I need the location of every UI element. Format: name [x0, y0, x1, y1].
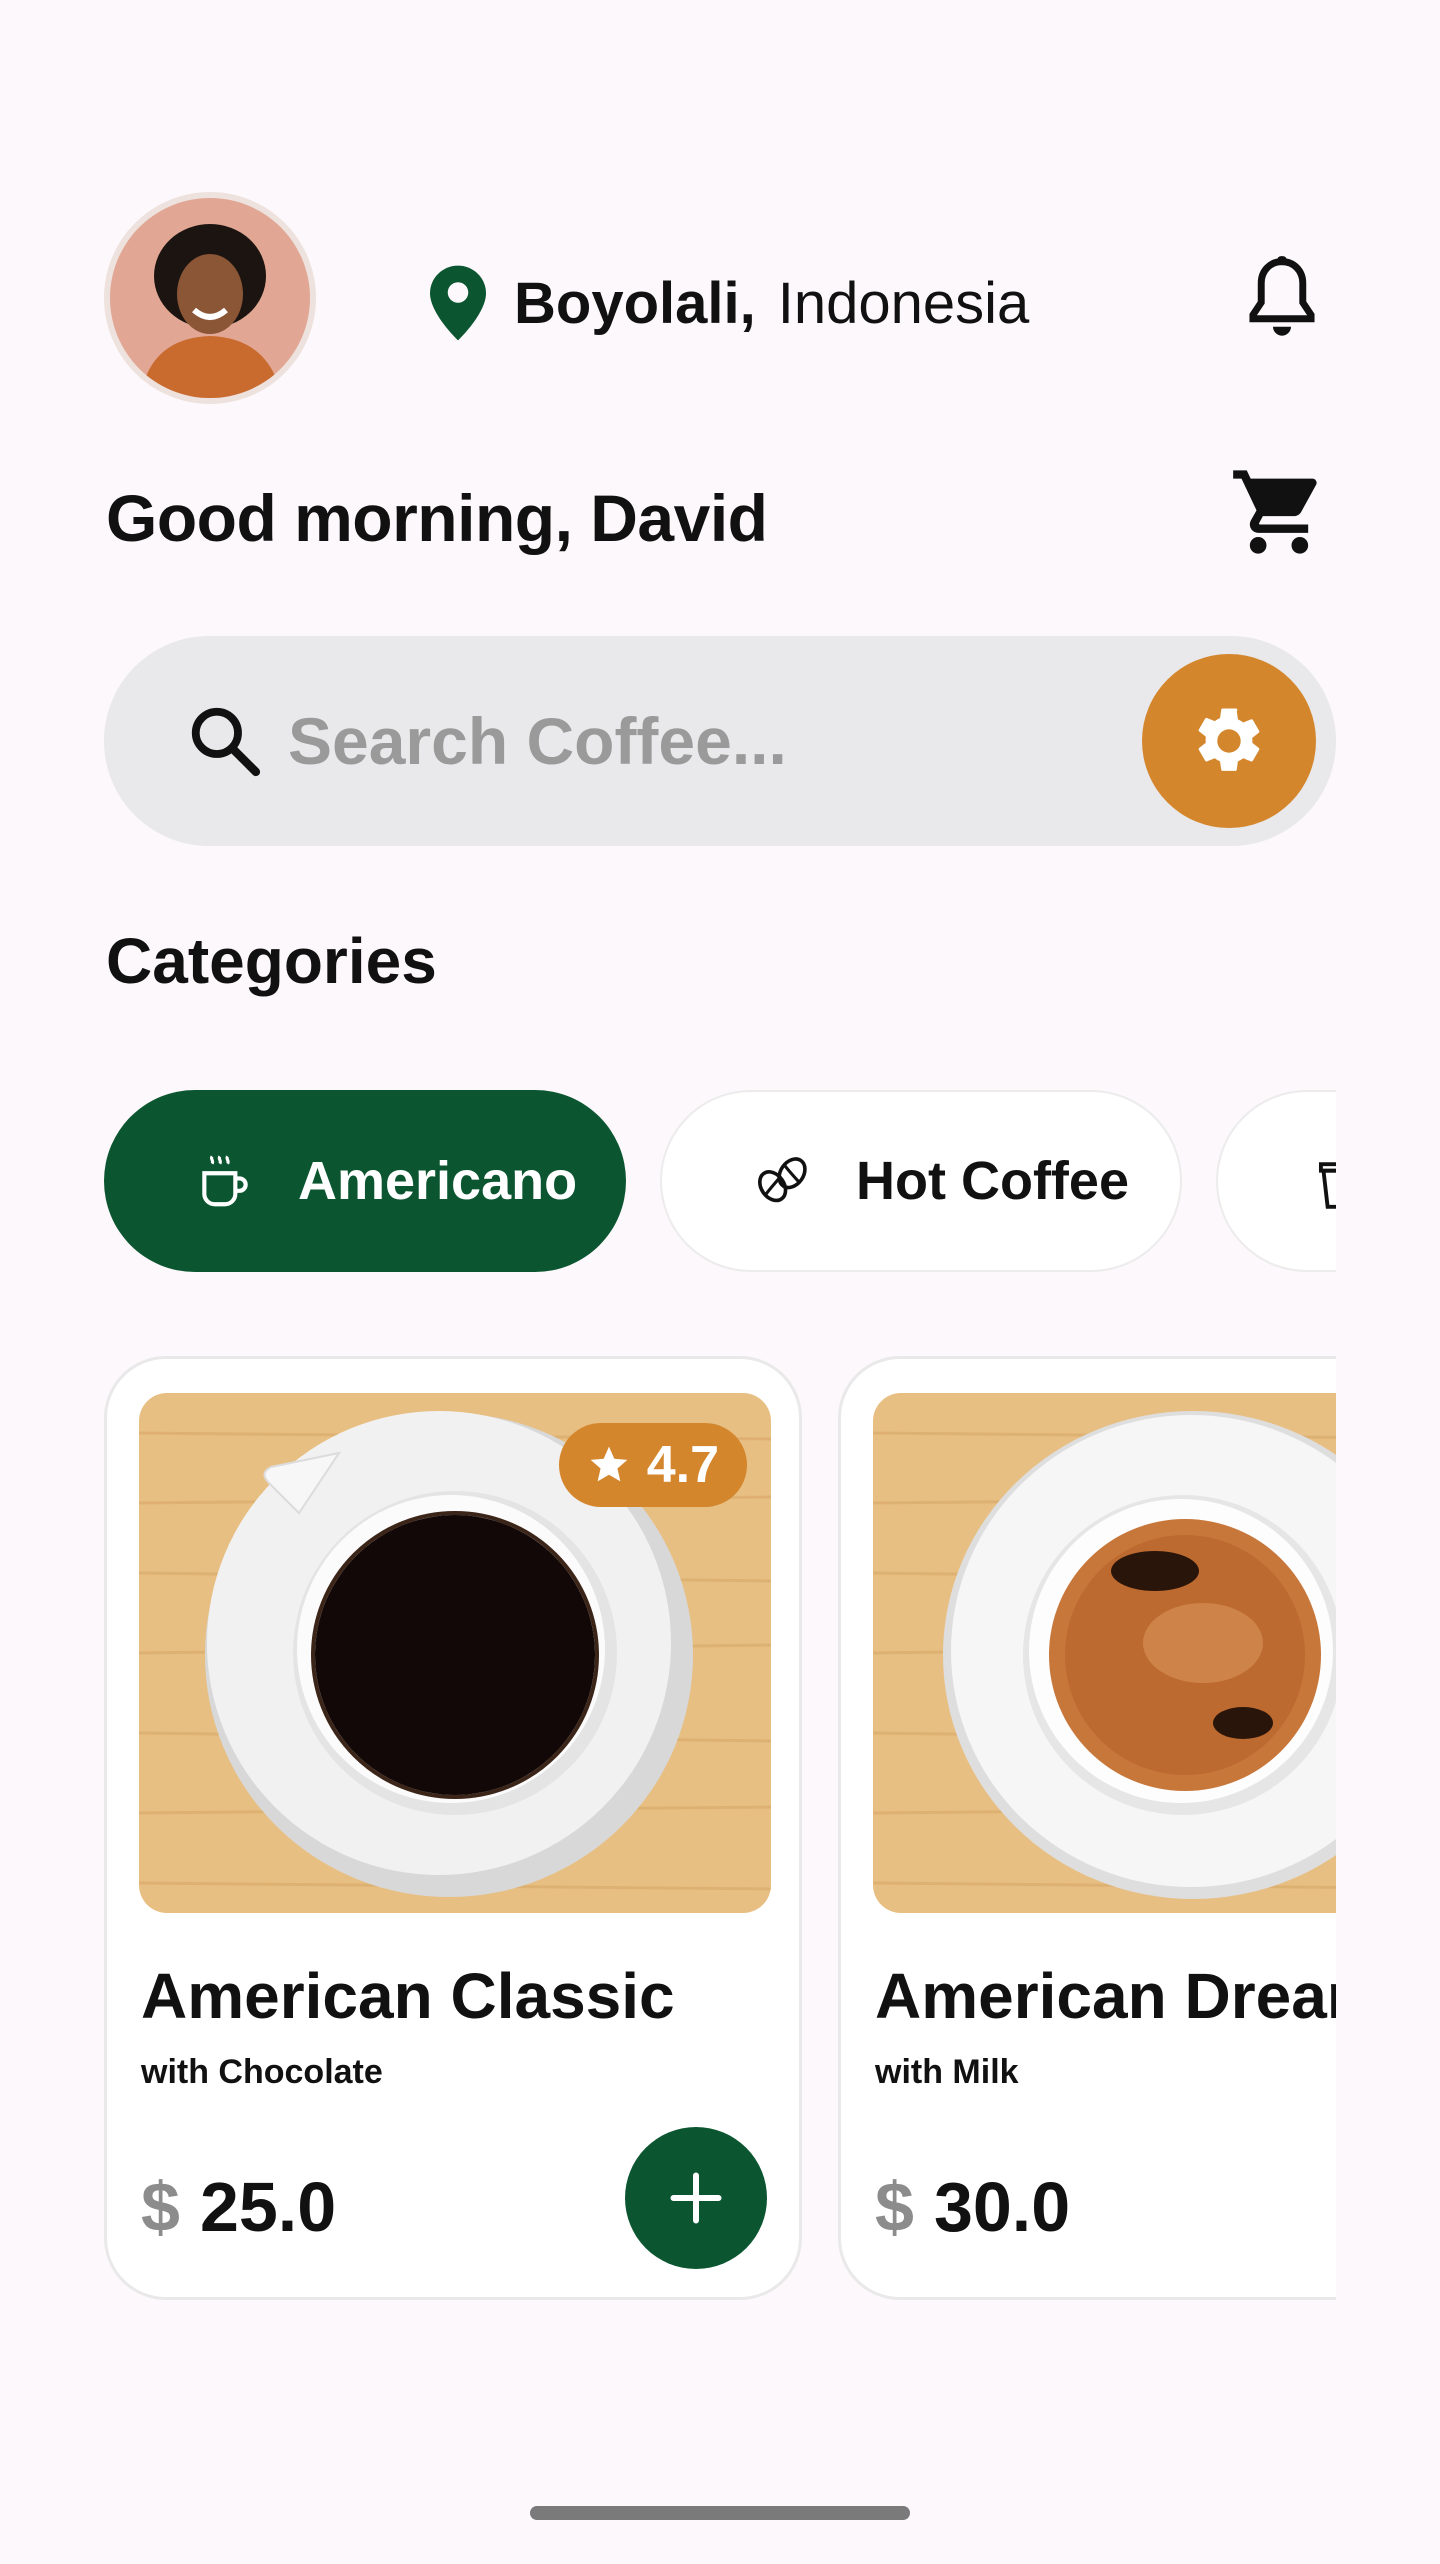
plus-icon: [670, 2172, 722, 2224]
search-bar: [104, 636, 1336, 846]
categories-title: Categories: [106, 925, 437, 997]
location-city: Boyolali,: [514, 270, 756, 336]
home-screen: Boyolali, Indonesia Good morning, David …: [0, 0, 1440, 2564]
coffee-cup-icon: [202, 1155, 248, 1207]
rating-value: 4.7: [646, 1436, 719, 1494]
price-currency: $: [875, 2168, 914, 2246]
product-subtitle: with Chocolate: [141, 2053, 383, 2091]
price-currency: $: [141, 2168, 180, 2246]
gear-icon: [1198, 708, 1260, 771]
product-image: 4.7: [139, 1393, 771, 1913]
search-input[interactable]: [288, 686, 1048, 796]
location-pin-icon: [430, 265, 486, 341]
product-card[interactable]: 4.7 American Classic with Chocolate $ 25…: [104, 1356, 802, 2300]
greeting-text: Good morning, David: [106, 481, 768, 555]
profile-avatar[interactable]: [104, 192, 316, 404]
notification-bell-icon[interactable]: [1240, 254, 1324, 344]
location-selector[interactable]: Boyolali, Indonesia: [430, 258, 1029, 348]
iced-coffee-icon: [1318, 1162, 1336, 1209]
add-to-cart-button[interactable]: [625, 2127, 767, 2269]
category-list: Americano Hot Coffee: [104, 1090, 1336, 1275]
product-list: 4.7 American Classic with Chocolate $ 25…: [104, 1356, 1336, 2306]
product-card[interactable]: American Dream with Milk $ 30.0: [838, 1356, 1336, 2300]
location-country: Indonesia: [777, 270, 1030, 336]
product-subtitle: with Milk: [875, 2053, 1019, 2091]
avatar-image: [110, 198, 310, 398]
product-name: American Dream: [875, 1960, 1336, 2032]
category-label: Americano: [298, 1151, 578, 1211]
price-value: 30.0: [933, 2168, 1071, 2246]
category-chip-iced[interactable]: [1216, 1090, 1336, 1272]
product-price: $ 25.0: [141, 2167, 336, 2247]
cart-icon[interactable]: [1228, 462, 1330, 562]
product-image: [873, 1393, 1336, 1913]
star-icon: [590, 1446, 628, 1482]
rating-badge: 4.7: [558, 1423, 747, 1507]
category-chip-americano[interactable]: Americano: [104, 1090, 626, 1272]
milk-coffee-image: [873, 1393, 1336, 1913]
coffee-beans-icon: [757, 1157, 807, 1203]
filter-settings-button[interactable]: [1142, 654, 1316, 828]
product-price: $ 30.0: [875, 2167, 1070, 2247]
category-label: Hot Coffee: [856, 1151, 1129, 1211]
home-indicator[interactable]: [530, 2506, 910, 2520]
category-chip-hot-coffee[interactable]: Hot Coffee: [660, 1090, 1182, 1272]
search-icon: [191, 707, 261, 777]
price-value: 25.0: [199, 2168, 337, 2246]
product-name: American Classic: [141, 1960, 675, 2032]
